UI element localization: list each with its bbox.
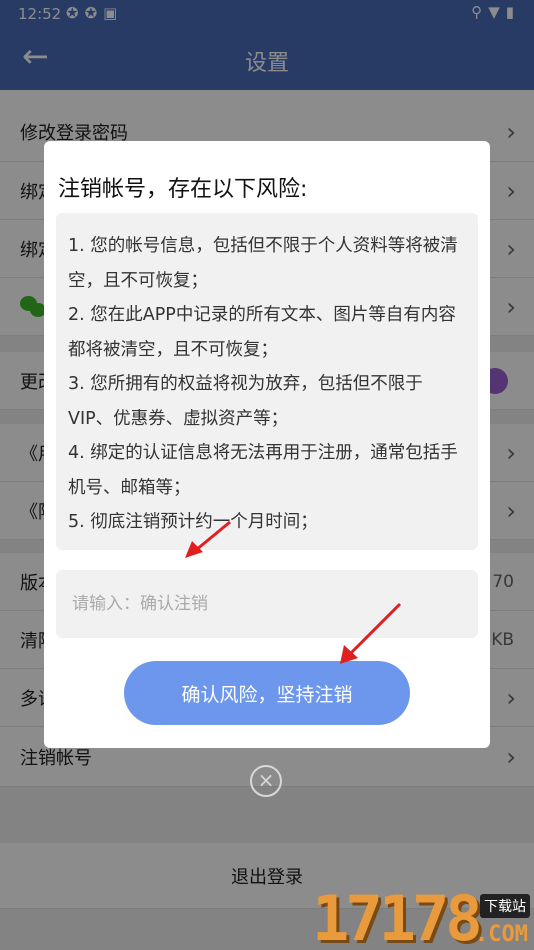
watermark-com: .COM [475,922,528,947]
arrow-to-input-icon [185,520,231,558]
watermark-tag: 下载站 [480,894,530,918]
site-watermark: 17178 下载站 .COM [308,858,534,950]
arrow-to-button-icon [340,602,402,664]
watermark-digits: 17178 [312,882,483,950]
annotation-arrows [185,520,402,664]
